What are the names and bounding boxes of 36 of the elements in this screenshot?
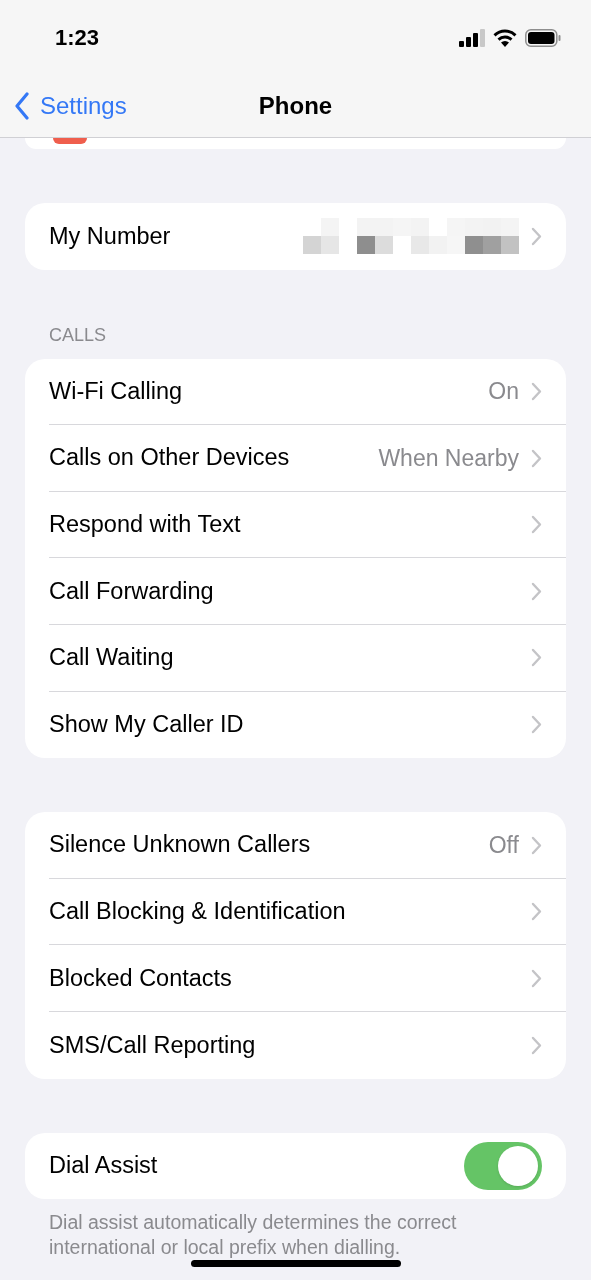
- row-label[interactable]: Show My Caller ID: [49, 707, 244, 743]
- row-value: Off: [488, 830, 519, 860]
- chevron-icon: [531, 835, 542, 855]
- chevron-icon: [531, 648, 542, 668]
- row-value: When Nearby: [378, 443, 519, 473]
- footer-note: Dial assist automatically determines the correct international or local prefix when dialling.: [48, 1210, 458, 1261]
- chevron-icon: [531, 381, 542, 401]
- wifi-icon: [492, 28, 518, 47]
- section-header: CALLS: [49, 324, 107, 345]
- chevron-icon: [531, 448, 542, 468]
- chevron-icon: [531, 902, 542, 922]
- toggle-switch[interactable]: [464, 1141, 542, 1190]
- row-label[interactable]: Call Blocking & Identification: [49, 894, 346, 930]
- row-label[interactable]: SMS/Call Reporting: [49, 1027, 256, 1063]
- row-label[interactable]: Call Waiting: [49, 640, 174, 676]
- chevron-icon: [531, 226, 542, 246]
- back-chevron-icon: [14, 92, 30, 120]
- row-value: On: [488, 377, 519, 407]
- row-label[interactable]: Call Forwarding: [49, 573, 214, 609]
- chevron-icon: [531, 968, 542, 988]
- battery-icon: [525, 28, 561, 47]
- row-label[interactable]: Blocked Contacts: [49, 960, 232, 996]
- row-label[interactable]: Calls on Other Devices: [49, 440, 290, 476]
- chevron-icon: [531, 715, 542, 735]
- chevron-icon: [531, 581, 542, 601]
- status-time: 1:23: [55, 24, 100, 52]
- back-button[interactable]: Settings: [0, 88, 127, 124]
- row-label[interactable]: Respond with Text: [49, 507, 241, 543]
- chevron-icon: [531, 515, 542, 535]
- row-label[interactable]: Silence Unknown Callers: [49, 827, 311, 863]
- signal-icon: [459, 28, 485, 47]
- row-label[interactable]: My Number: [49, 218, 171, 254]
- row-label[interactable]: Wi-Fi Calling: [49, 373, 183, 410]
- chevron-icon: [531, 1035, 542, 1055]
- row-label: Dial Assist: [49, 1151, 158, 1181]
- page-title: Phone: [258, 91, 333, 121]
